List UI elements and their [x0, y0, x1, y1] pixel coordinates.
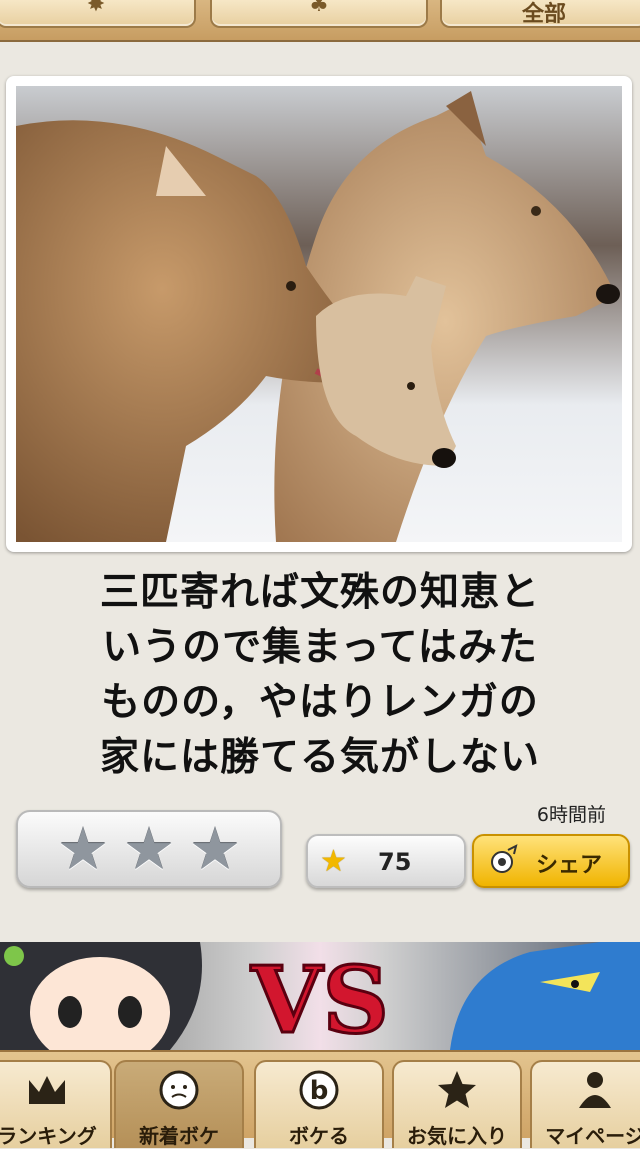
tab-ranking[interactable]: ランキング — [0, 1060, 112, 1148]
filter-tab-new[interactable]: ✸ — [0, 0, 196, 28]
caption-line: ものの，やはりレンガの — [101, 680, 539, 725]
caption-line: 家には勝てる気がしない — [99, 735, 540, 780]
tab-favorites[interactable]: お気に入り — [392, 1060, 522, 1148]
caption-line: 三匹寄れば文殊の知恵と — [99, 570, 540, 615]
tab-label: ランキング — [0, 1124, 97, 1148]
star-icon — [438, 1071, 476, 1108]
star-icon: ★ — [320, 844, 347, 879]
star-count-button[interactable]: ★ 75 — [306, 834, 466, 888]
rate-star-2-icon[interactable]: ★ — [123, 820, 175, 878]
svg-text:VS: VS — [250, 946, 389, 1050]
person-icon — [579, 1072, 611, 1108]
boke-b-icon: b — [299, 1070, 339, 1110]
share-icon — [491, 844, 518, 873]
post-caption: 三匹寄れば文殊の知恵と いうので集まってはみた ものの，やはりレンガの 家には勝… — [40, 565, 600, 785]
post-time: 6時間前 — [536, 804, 606, 826]
rate-star-1-icon[interactable]: ★ — [57, 820, 109, 878]
filter-bar: ✸ ♣ 全部 — [0, 0, 640, 42]
filter-tab-boke[interactable]: ♣ — [210, 0, 428, 28]
tab-mypage[interactable]: マイページ — [530, 1060, 640, 1148]
share-label: シェア — [536, 853, 603, 878]
tab-new-boke[interactable]: 新着ボケ — [114, 1060, 244, 1148]
sprout-icon: ♣ — [309, 0, 329, 17]
sparkle-icon: ✸ — [86, 0, 106, 17]
tab-bokeru[interactable]: b ボケる — [254, 1060, 384, 1148]
filter-tab-all[interactable]: 全部 — [440, 0, 640, 28]
filter-tab-all-label: 全部 — [521, 2, 566, 27]
star-count: 75 — [378, 848, 412, 876]
rate-star-3-icon[interactable]: ★ — [189, 820, 241, 878]
svg-text:b: b — [310, 1076, 329, 1106]
caption-line: いうので集まってはみた — [102, 625, 538, 670]
tab-label: ボケる — [289, 1124, 349, 1148]
share-button[interactable]: シェア — [472, 834, 630, 888]
wolves-photo[interactable] — [16, 86, 622, 542]
tab-label: 新着ボケ — [139, 1124, 219, 1148]
new-face-icon — [159, 1070, 199, 1110]
photo-card — [6, 76, 632, 552]
tab-label: お気に入り — [407, 1124, 507, 1148]
rating-stars: ★ ★ ★ — [16, 810, 282, 888]
ad-banner[interactable]: VS — [0, 942, 640, 1050]
crown-icon — [29, 1076, 65, 1104]
tab-label: マイページ — [545, 1124, 640, 1148]
tab-bar: ランキング 新着ボケ b ボケる お気に入り マイページ — [0, 1050, 640, 1148]
